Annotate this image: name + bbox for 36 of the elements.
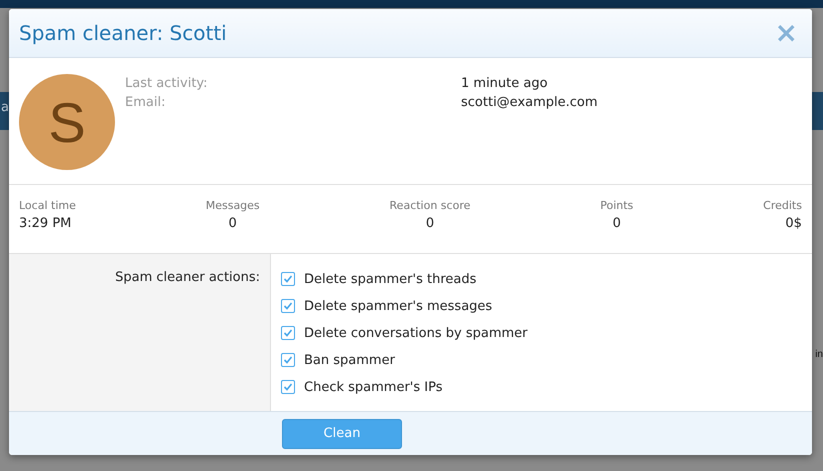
close-button[interactable]: × (770, 19, 802, 47)
stat-value: 3:29 PM (19, 215, 72, 233)
stat-label: Messages (206, 198, 260, 214)
checkbox-label: Delete spammer's threads (304, 272, 476, 286)
checkbox-label: Delete conversations by spammer (304, 326, 528, 340)
background-text: a (1, 100, 9, 115)
info-value: scotti@example.com (461, 94, 598, 112)
stat-value: 0 (426, 215, 434, 233)
avatar: S (19, 74, 115, 170)
checkbox[interactable] (281, 299, 295, 313)
checkbox[interactable] (281, 380, 295, 394)
dialog-title: Spam cleaner: Scotti (19, 21, 227, 45)
stat-value: 0 (228, 215, 237, 233)
info-label: Last activity: (125, 75, 209, 93)
checkbox-label: Ban spammer (304, 352, 395, 368)
check-icon (283, 355, 293, 365)
check-icon (283, 301, 293, 311)
checkbox-label: Check spammer's IPs (304, 380, 442, 394)
check-icon (283, 328, 293, 338)
check-icon (283, 274, 293, 284)
stat-value: 0 (612, 215, 621, 233)
checkbox[interactable] (281, 326, 295, 340)
stat-label: Points (600, 198, 634, 214)
background-text: in (815, 349, 823, 360)
info-value: 1 minute ago (461, 75, 549, 93)
clean-button[interactable]: Clean (282, 418, 402, 448)
actions-label: Spam cleaner actions: (115, 269, 260, 287)
info-label: Email: (125, 94, 166, 112)
checkbox[interactable] (281, 353, 295, 367)
checkbox[interactable] (281, 272, 295, 286)
check-icon (283, 382, 293, 392)
stat-label: Reaction score (390, 198, 470, 214)
stat-label: Local time (19, 198, 76, 214)
stat-label: Credits (763, 198, 802, 214)
checkbox-label: Delete spammer's messages (304, 298, 492, 314)
stat-value: 0$ (785, 215, 802, 233)
